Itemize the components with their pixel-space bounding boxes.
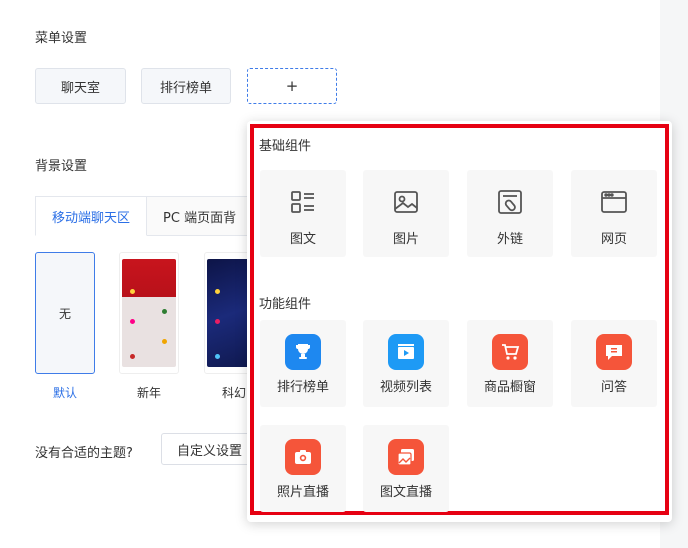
component-webpage[interactable]: 网页: [571, 170, 657, 257]
component-label: 外链: [496, 232, 523, 247]
cart-icon: [492, 334, 528, 370]
component-label: 图文直播: [379, 485, 432, 500]
background-settings-title: 背景设置: [35, 159, 88, 174]
component-label: 照片直播: [276, 485, 329, 500]
component-label: 排行榜单: [276, 380, 329, 395]
tab-mobile-chat[interactable]: 移动端聊天区: [35, 196, 148, 236]
function-components-title: 功能组件: [259, 297, 312, 312]
list-icon: [285, 184, 321, 220]
menu-settings-title: 菜单设置: [35, 31, 88, 46]
video-icon: [388, 334, 424, 370]
image-icon: [388, 184, 424, 220]
component-label: 图片: [392, 232, 419, 247]
component-product-showcase[interactable]: 商品橱窗: [467, 320, 553, 407]
component-ranking[interactable]: 排行榜单: [260, 320, 346, 407]
theme-thumb-none[interactable]: 无: [35, 252, 95, 374]
component-label: 问答: [600, 380, 627, 395]
add-menu-button[interactable]: +: [247, 68, 337, 104]
component-photo-live[interactable]: 照片直播: [260, 425, 346, 512]
custom-settings-button[interactable]: 自定义设置: [161, 433, 261, 465]
link-icon: [492, 184, 528, 220]
tab-pc-background[interactable]: PC 端页面背: [147, 196, 254, 236]
theme-caption: 默认: [52, 386, 77, 400]
component-text-image[interactable]: 图文: [260, 170, 346, 257]
component-external-link[interactable]: 外链: [467, 170, 553, 257]
gallery-icon: [388, 439, 424, 475]
menu-item-ranking[interactable]: 排行榜单: [141, 68, 231, 104]
background-tabs: 移动端聊天区 PC 端页面背: [35, 196, 254, 236]
component-label: 商品橱窗: [483, 380, 536, 395]
component-label: 视频列表: [379, 380, 432, 395]
basic-components-title: 基础组件: [259, 139, 312, 154]
qa-icon: [596, 334, 632, 370]
component-text-image-live[interactable]: 图文直播: [363, 425, 449, 512]
component-label: 图文: [289, 232, 316, 247]
component-qa[interactable]: 问答: [571, 320, 657, 407]
theme-thumb-new-year[interactable]: [119, 252, 179, 374]
component-label: 网页: [600, 232, 627, 247]
theme-caption: 新年: [136, 386, 161, 400]
menu-item-chatroom[interactable]: 聊天室: [35, 68, 126, 104]
component-video-list[interactable]: 视频列表: [363, 320, 449, 407]
trophy-icon: [285, 334, 321, 370]
no-theme-text: 没有合适的主题?: [35, 446, 133, 461]
camera-icon: [285, 439, 321, 475]
theme-default[interactable]: 无 默认: [35, 252, 95, 400]
browser-icon: [596, 184, 632, 220]
theme-new-year[interactable]: 新年: [119, 252, 179, 400]
component-image[interactable]: 图片: [363, 170, 449, 257]
new-year-preview-image: [122, 259, 176, 367]
